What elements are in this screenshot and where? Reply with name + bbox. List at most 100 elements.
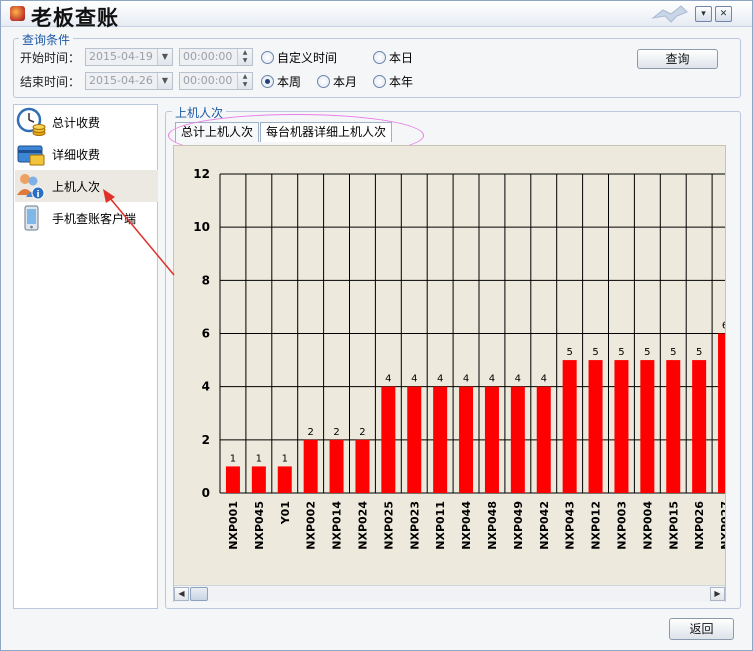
x-tick-label: NXP015 (667, 501, 680, 550)
bar (355, 439, 370, 493)
bar (614, 360, 629, 493)
radio-circle-icon[interactable] (317, 75, 330, 88)
chart-panel: 0 2 4 6 8 10 12 1 NXP001 1 NXP045 1 Y01 2 NXP002 2 NXP01… (173, 145, 726, 602)
data-label: 5 (696, 347, 702, 358)
data-label: 1 (230, 453, 236, 464)
y-tick-label: 12 (193, 167, 210, 181)
x-tick-label: Y01 (279, 501, 292, 525)
scroll-left-icon[interactable]: ◀ (174, 587, 189, 601)
x-tick-label: NXP048 (486, 501, 499, 550)
data-label: 2 (307, 427, 313, 438)
title-bar: 老板查账 ▾ ✕ (1, 1, 752, 30)
bar (484, 386, 499, 493)
data-label: 1 (282, 453, 288, 464)
bar (407, 386, 422, 493)
x-tick-label: NXP011 (434, 501, 447, 550)
x-tick-label: NXP025 (382, 501, 395, 550)
chevron-down-icon[interactable]: ▼ (157, 73, 172, 89)
data-label: 5 (592, 347, 598, 358)
bar-chart: 0 2 4 6 8 10 12 1 NXP001 1 NXP045 1 Y01 2 NXP002 2 NXP01… (193, 167, 726, 550)
back-button[interactable]: 返回 (669, 618, 734, 640)
app-logo-icon (10, 6, 25, 21)
sidebar-item-total-fees[interactable]: 总计收费 (15, 106, 158, 138)
end-time-value: 00:00:00 (183, 74, 233, 87)
radio-custom-time[interactable]: 自定义时间 (261, 49, 337, 66)
start-time-value: 00:00:00 (183, 50, 233, 63)
minimize-button[interactable]: ▾ (695, 6, 712, 22)
x-tick-label: NXP042 (538, 501, 551, 550)
data-label: 4 (515, 374, 521, 385)
money-card-icon (17, 145, 45, 166)
data-label: 5 (670, 347, 676, 358)
bar (381, 386, 396, 493)
window-title: 老板查账 (31, 5, 119, 30)
data-label: 4 (541, 374, 547, 385)
spin-arrows-icon[interactable]: ▲ ▼ (237, 73, 252, 89)
app-window: 老板查账 ▾ ✕ 查询条件 开始时间： 结束时间： 2015-04-19 ▼ 2… (0, 0, 753, 651)
radio-circle-icon[interactable] (261, 75, 274, 88)
query-button[interactable]: 查询 (637, 49, 718, 69)
y-tick-label: 4 (202, 380, 210, 394)
x-tick-label: NXP024 (356, 501, 369, 550)
y-tick-label: 8 (202, 273, 210, 287)
radio-today[interactable]: 本日 (373, 49, 413, 66)
bar (640, 360, 655, 493)
end-date-value: 2015-04-26 (89, 74, 153, 87)
radio-label: 本月 (333, 75, 358, 89)
sidebar-item-detailed-fees[interactable]: 详细收费 (15, 138, 158, 170)
bar (692, 360, 707, 493)
start-date-value: 2015-04-19 (89, 50, 153, 63)
scroll-right-icon[interactable]: ▶ (710, 587, 725, 601)
users-info-icon: i (17, 174, 45, 200)
radio-circle-icon[interactable] (373, 51, 386, 64)
sidebar-item-label: 上机人次 (52, 179, 101, 194)
radio-this-week[interactable]: 本周 (261, 73, 301, 90)
x-tick-label: NXP044 (460, 501, 473, 550)
data-label: 4 (385, 374, 391, 385)
data-label: 5 (566, 347, 572, 358)
x-tick-label: NXP027 (719, 501, 726, 550)
sidebar-item-label: 详细收费 (52, 147, 101, 162)
end-time-label: 结束时间： (20, 75, 81, 89)
radio-this-year[interactable]: 本年 (373, 73, 413, 90)
x-tick-label: NXP043 (564, 501, 577, 550)
start-date-picker[interactable]: 2015-04-19 ▼ (85, 48, 173, 66)
svg-text:i: i (36, 190, 39, 200)
sidebar-item-sessions[interactable]: i 上机人次 (15, 170, 158, 202)
x-tick-label: NXP026 (693, 501, 706, 550)
bar (718, 333, 725, 493)
bar (225, 466, 240, 493)
phone-icon (24, 205, 39, 231)
data-label: 5 (644, 347, 650, 358)
spin-arrows-icon[interactable]: ▲ ▼ (237, 49, 252, 65)
chevron-down-icon[interactable]: ▼ (157, 49, 172, 65)
bar (433, 386, 448, 493)
data-label: 6 (722, 321, 726, 332)
x-tick-label: NXP049 (512, 501, 525, 550)
data-label: 5 (618, 347, 624, 358)
scrollbar-thumb[interactable] (190, 587, 208, 601)
horizontal-scrollbar[interactable]: ◀ ▶ (174, 585, 725, 602)
bar (588, 360, 603, 493)
y-tick-label: 10 (193, 220, 210, 234)
end-date-picker[interactable]: 2015-04-26 ▼ (85, 72, 173, 90)
x-tick-label: NXP002 (305, 501, 318, 550)
data-label: 4 (489, 374, 495, 385)
radio-circle-icon[interactable] (261, 51, 274, 64)
end-time-spinner[interactable]: 00:00:00 ▲ ▼ (179, 72, 253, 90)
radio-circle-icon[interactable] (373, 75, 386, 88)
data-label: 1 (256, 453, 262, 464)
close-button[interactable]: ✕ (715, 6, 732, 22)
x-tick-label: NXP012 (590, 501, 603, 550)
bar (303, 439, 318, 493)
radio-label: 本日 (389, 51, 414, 65)
bar (251, 466, 266, 493)
sidebar-item-mobile-client[interactable]: 手机查账客户端 (15, 202, 158, 234)
start-time-label: 开始时间： (20, 51, 81, 65)
radio-this-month[interactable]: 本月 (317, 73, 357, 90)
y-tick-label: 6 (202, 327, 210, 341)
data-label: 4 (463, 374, 469, 385)
sidebar: 总计收费 详细收费 i 上机人次 手机查账客户端 (13, 104, 158, 609)
bar (666, 360, 681, 493)
start-time-spinner[interactable]: 00:00:00 ▲ ▼ (179, 48, 253, 66)
